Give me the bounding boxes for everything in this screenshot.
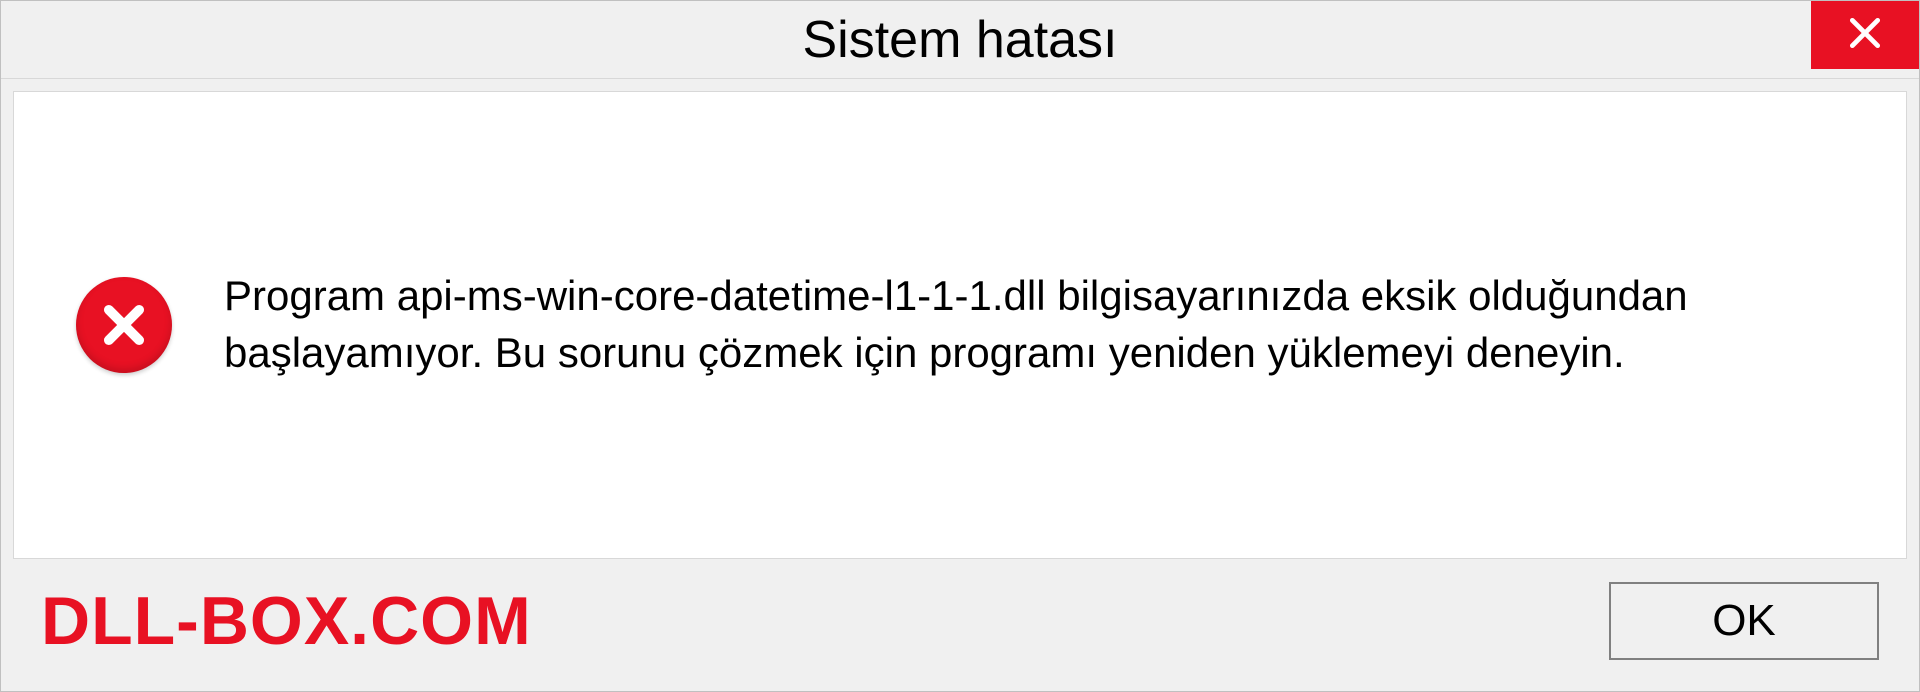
ok-button[interactable]: OK [1609,582,1879,660]
footer: DLL-BOX.COM OK [1,571,1919,691]
content-area: Program api-ms-win-core-datetime-l1-1-1.… [13,91,1907,559]
close-button[interactable] [1811,1,1919,69]
error-icon [74,275,174,375]
titlebar: Sistem hatası [1,1,1919,79]
dialog-title: Sistem hatası [802,10,1117,70]
error-dialog: Sistem hatası Program api-ms-win-core-da… [0,0,1920,692]
close-icon [1846,14,1884,57]
watermark-text: DLL-BOX.COM [41,582,532,660]
error-message: Program api-ms-win-core-datetime-l1-1-1.… [224,268,1846,381]
